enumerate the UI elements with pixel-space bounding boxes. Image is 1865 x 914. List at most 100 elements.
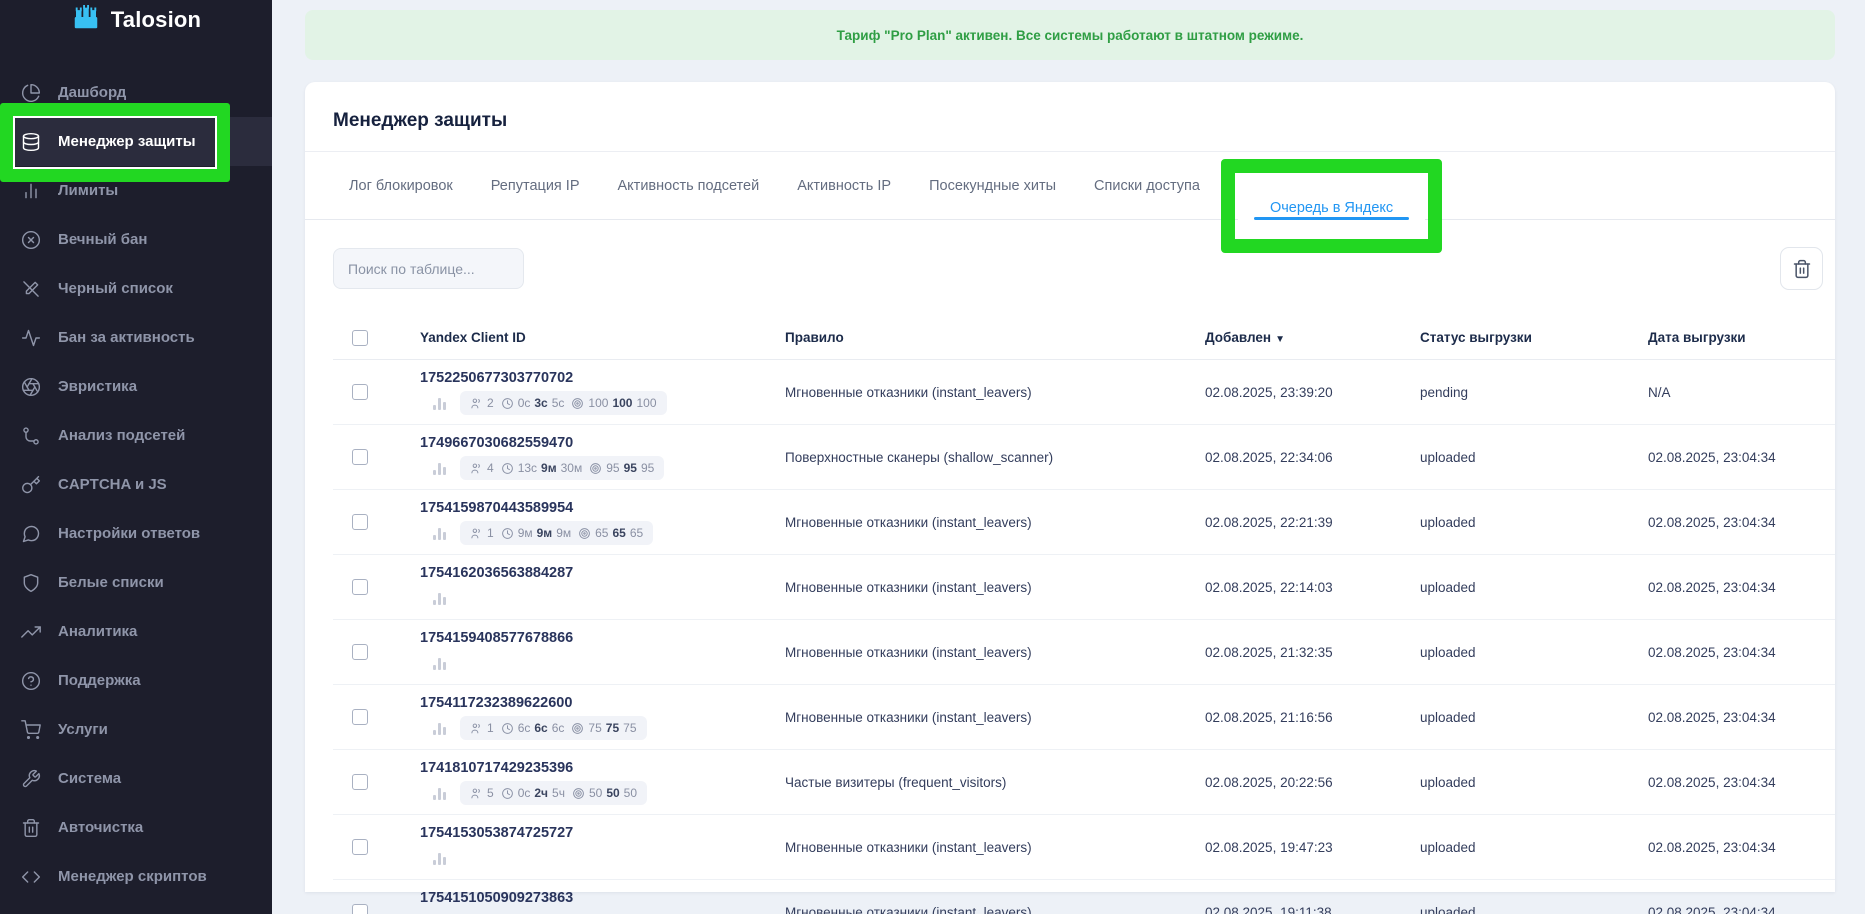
help-icon [21, 671, 41, 691]
sidebar-item-label: Настройки ответов [58, 525, 200, 542]
target-icon [589, 462, 602, 475]
tab-2[interactable]: Репутация IP [491, 178, 580, 194]
table-row: 1754162036563884287 Мгновенные отказники… [333, 555, 1835, 620]
heuristics-icon [21, 377, 41, 397]
tab-5[interactable]: Посекундные хиты [929, 178, 1056, 194]
sidebar-item-heuristics[interactable]: Эвристика [0, 362, 272, 411]
stat-score: 50 [624, 786, 637, 800]
stat-users: 1 [487, 526, 494, 540]
search-input[interactable] [333, 248, 524, 289]
added-cell: 02.08.2025, 23:39:20 [1205, 385, 1420, 400]
tab-label: Лог блокировок [349, 178, 453, 194]
sidebar-item-label: Черный список [58, 280, 173, 297]
sidebar-item-label: Аналитика [58, 623, 137, 640]
tab-6[interactable]: Списки доступа [1094, 178, 1200, 194]
tab-7[interactable]: Очередь в Яндекс [1238, 176, 1425, 240]
tab-1[interactable]: Лог блокировок [349, 178, 453, 194]
row-checkbox[interactable] [352, 839, 368, 855]
row-checkbox[interactable] [352, 514, 368, 530]
row-checkbox[interactable] [352, 449, 368, 465]
tab-label: Репутация IP [491, 178, 580, 194]
sidebar-item-chat[interactable]: Настройки ответов [0, 509, 272, 558]
stats-chart-icon[interactable] [433, 657, 446, 670]
row-checkbox[interactable] [352, 904, 368, 914]
trend-icon [21, 622, 41, 642]
tab-label: Активность подсетей [618, 178, 760, 194]
delete-button[interactable] [1780, 247, 1823, 290]
uploaded-cell: N/A [1648, 385, 1835, 400]
users-icon [470, 527, 483, 540]
select-all-checkbox[interactable] [352, 330, 368, 346]
sidebar-item-trash[interactable]: Авточистка [0, 803, 272, 852]
limits-icon [21, 181, 41, 201]
stats-chart-icon[interactable] [433, 527, 446, 540]
client-id-cell: 1754153053874725727 [420, 825, 785, 869]
row-checkbox[interactable] [352, 709, 368, 725]
stat-score: 65 [595, 526, 608, 540]
table-row: 1754159870443589954 1 9м 9м 9м 65 65 65 … [333, 490, 1835, 555]
column-header-status[interactable]: Статус выгрузки [1420, 330, 1648, 345]
stat-time: 3с [534, 396, 547, 410]
database-icon [21, 132, 41, 152]
row-checkbox[interactable] [352, 644, 368, 660]
status-cell: uploaded [1420, 515, 1648, 530]
sidebar-item-label: Менеджер скриптов [58, 868, 207, 885]
client-id: 1754159408577678866 [420, 630, 785, 646]
column-header-id[interactable]: Yandex Client ID [420, 330, 785, 345]
sidebar-item-activity[interactable]: Бан за активность [0, 313, 272, 362]
sidebar-item-ban[interactable]: Вечный бан [0, 215, 272, 264]
stat-time: 9м [537, 526, 553, 540]
row-stats: 1 6с 6с 6с 75 75 75 [433, 717, 785, 739]
activity-icon [21, 328, 41, 348]
sidebar-item-limits[interactable]: Лимиты [0, 166, 272, 215]
sidebar-item-help[interactable]: Поддержка [0, 656, 272, 705]
row-checkbox[interactable] [352, 384, 368, 400]
sidebar-item-shield[interactable]: Белые списки [0, 558, 272, 607]
added-cell: 02.08.2025, 22:34:06 [1205, 450, 1420, 465]
uploaded-cell: 02.08.2025, 23:04:34 [1648, 840, 1835, 855]
stats-chart-icon[interactable] [433, 852, 446, 865]
sidebar-item-code[interactable]: Менеджер скриптов [0, 852, 272, 901]
sidebar-item-trend[interactable]: Аналитика [0, 607, 272, 656]
tab-3[interactable]: Активность подсетей [618, 178, 760, 194]
clock-icon [501, 787, 514, 800]
sidebar-item-blacklist[interactable]: Черный список [0, 264, 272, 313]
stats-chart-icon[interactable] [433, 722, 446, 735]
status-cell: uploaded [1420, 580, 1648, 595]
users-icon [470, 722, 483, 735]
uploaded-cell: 02.08.2025, 23:04:34 [1648, 580, 1835, 595]
added-cell: 02.08.2025, 22:21:39 [1205, 515, 1420, 530]
rule-cell: Поверхностные сканеры (shallow_scanner) [785, 450, 1205, 465]
table-row: 1754117232389622600 1 6с 6с 6с 75 75 75 … [333, 685, 1835, 750]
sidebar-item-dashboard[interactable]: Дашборд [0, 68, 272, 117]
column-header-uploaded[interactable]: Дата выгрузки [1648, 330, 1835, 345]
app-title: Talosion [111, 7, 201, 33]
tab-label: Активность IP [797, 178, 891, 194]
uploaded-cell: 02.08.2025, 23:04:34 [1648, 710, 1835, 725]
ban-icon [21, 230, 41, 250]
stats-chart-icon[interactable] [433, 462, 446, 475]
stat-score: 95 [624, 461, 637, 475]
sidebar-item-wrench[interactable]: Система [0, 754, 272, 803]
row-checkbox[interactable] [352, 774, 368, 790]
sidebar-item-database[interactable]: Менеджер защиты [0, 117, 272, 166]
rule-cell: Мгновенные отказники (instant_leavers) [785, 515, 1205, 530]
column-header-added[interactable]: Добавлен▼ [1205, 330, 1420, 345]
column-header-rule[interactable]: Правило [785, 330, 1205, 345]
heuristics-icon [21, 377, 41, 397]
stats-chart-icon[interactable] [433, 787, 446, 800]
sidebar-item-cart[interactable]: Услуги [0, 705, 272, 754]
table-row: 1749667030682559470 4 13с 9м 30м 95 95 9… [333, 425, 1835, 490]
sidebar-item-subnet[interactable]: Анализ подсетей [0, 411, 272, 460]
sort-desc-icon: ▼ [1275, 334, 1285, 345]
sidebar-item-key[interactable]: CAPTCHA и JS [0, 460, 272, 509]
stat-score: 50 [589, 786, 602, 800]
stats-chart-icon[interactable] [433, 397, 446, 410]
tab-4[interactable]: Активность IP [797, 178, 891, 194]
row-checkbox[interactable] [352, 579, 368, 595]
status-cell: uploaded [1420, 905, 1648, 914]
sidebar-item-label: Дашборд [58, 84, 126, 101]
content-card: Менеджер защиты Лог блокировокРепутация … [305, 82, 1835, 892]
stats-chart-icon[interactable] [433, 592, 446, 605]
activity-icon [21, 328, 41, 348]
